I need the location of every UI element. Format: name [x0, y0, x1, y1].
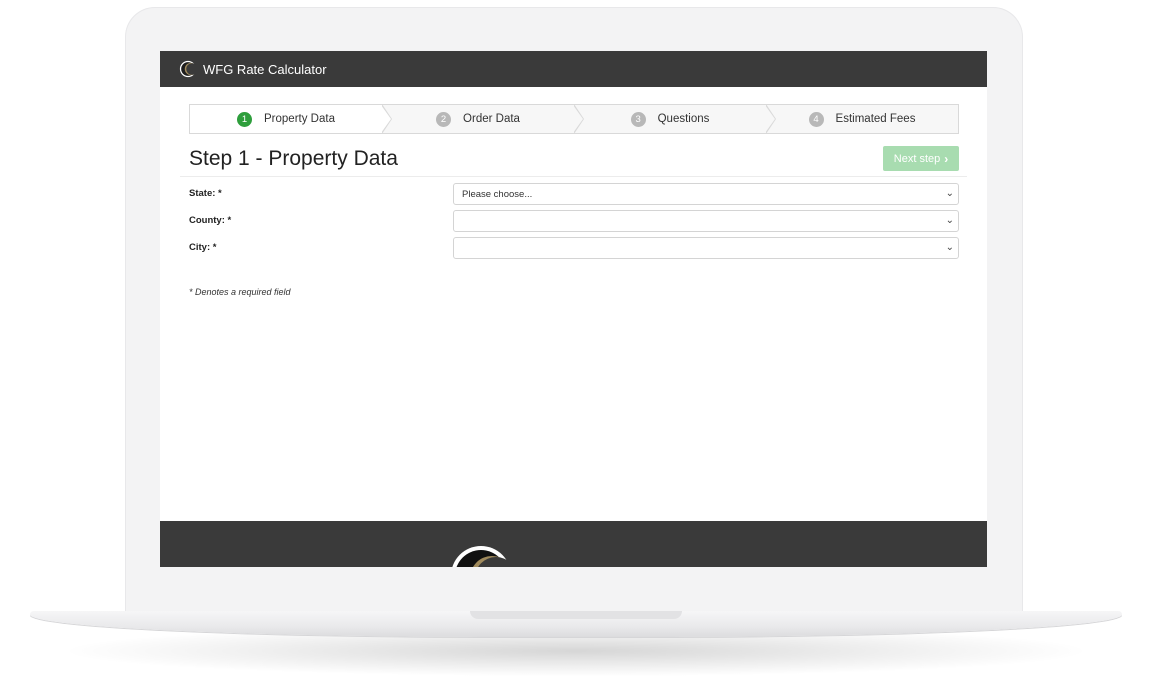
page-title: Step 1 - Property Data: [189, 147, 398, 170]
city-row: City: * ⌄: [189, 237, 959, 259]
navbar: WFG Rate Calculator: [160, 51, 987, 87]
step-separator-arrow: [381, 104, 392, 134]
step-number-badge: 3: [630, 111, 646, 127]
next-step-label: Next step: [893, 152, 941, 165]
stepper: 1 Property Data 2 Order Data 3 Questions…: [189, 104, 959, 134]
step-property-data[interactable]: 1 Property Data: [190, 104, 392, 134]
step-label: Order Data: [463, 113, 520, 125]
chevron-down-icon: ⌄: [945, 188, 954, 199]
screen: WFG Rate Calculator 1 Property Data 2 Or…: [160, 51, 987, 567]
laptop-notch: [470, 611, 682, 619]
footer-logo-icon: [452, 546, 512, 567]
step-order-data[interactable]: 2 Order Data: [382, 104, 584, 134]
footer: [160, 521, 987, 567]
step-label: Estimated Fees: [835, 113, 916, 125]
step-questions[interactable]: 3 Questions: [574, 104, 776, 134]
step-separator-arrow: [573, 104, 584, 134]
county-select[interactable]: ⌄: [453, 210, 959, 232]
chevron-down-icon: ⌄: [945, 215, 954, 226]
city-label: City: *: [189, 242, 217, 253]
step-separator-arrow: [765, 104, 776, 134]
step-label: Questions: [657, 113, 710, 125]
required-field-note: * Denotes a required field: [189, 287, 291, 297]
state-select-value: Please choose...: [462, 188, 533, 200]
step-label: Property Data: [264, 113, 335, 125]
crescent-logo-icon[interactable]: [179, 60, 197, 78]
chevron-right-icon: ›: [944, 151, 949, 166]
county-label: County: *: [189, 215, 232, 226]
city-select[interactable]: ⌄: [453, 237, 959, 259]
brand-title[interactable]: WFG Rate Calculator: [203, 62, 327, 77]
step-number-badge: 4: [808, 111, 824, 127]
state-row: State: * Please choose... ⌄: [189, 183, 959, 205]
next-step-button[interactable]: Next step ›: [883, 146, 959, 171]
step-estimated-fees[interactable]: 4 Estimated Fees: [766, 105, 958, 133]
chevron-down-icon: ⌄: [945, 242, 954, 253]
county-row: County: * ⌄: [189, 210, 959, 232]
state-label: State: *: [189, 188, 222, 199]
divider: [180, 176, 967, 177]
step-number-badge: 1: [237, 111, 253, 127]
step-number-badge: 2: [436, 111, 452, 127]
state-select[interactable]: Please choose... ⌄: [453, 183, 959, 205]
